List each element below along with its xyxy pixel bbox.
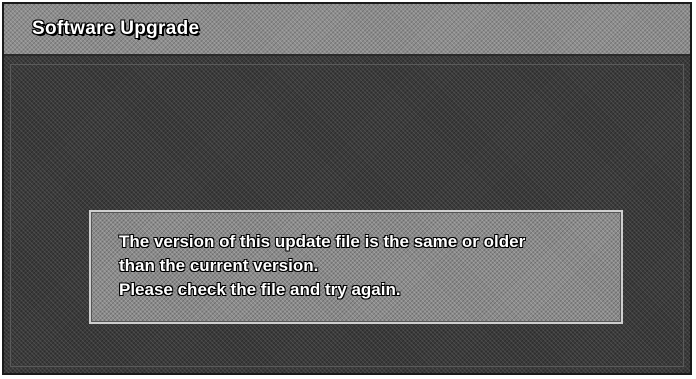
error-message: The version of this update file is the s… [119, 230, 609, 302]
message-line-1: The version of this update file is the s… [119, 232, 526, 251]
screen-title: Software Upgrade [32, 18, 200, 39]
software-upgrade-screen: Software Upgrade The version of this upd… [2, 2, 692, 375]
title-bar: Software Upgrade [4, 4, 690, 56]
message-line-2: than the current version. [119, 256, 319, 275]
content-area: The version of this update file is the s… [10, 64, 684, 367]
message-line-3: Please check the file and try again. [119, 280, 401, 299]
error-message-box: The version of this update file is the s… [89, 210, 623, 324]
